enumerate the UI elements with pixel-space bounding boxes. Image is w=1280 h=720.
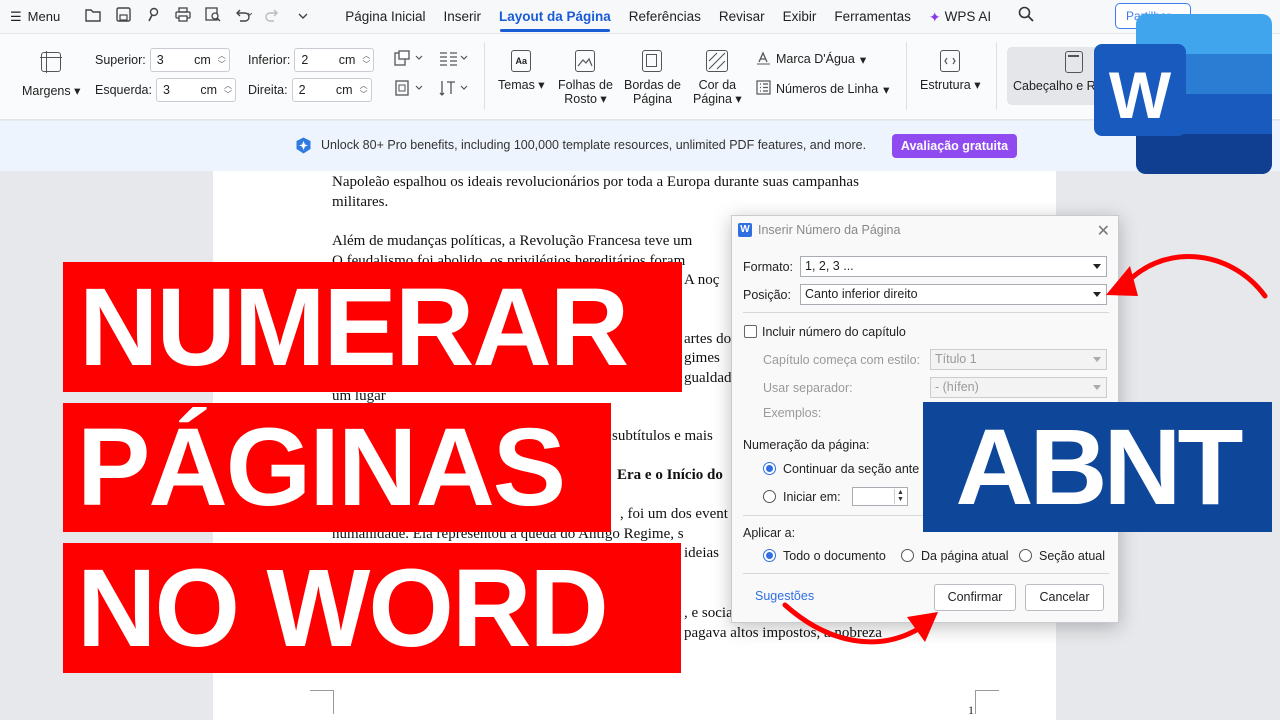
- title-banner-line-2: PÁGINAS: [63, 403, 611, 532]
- title-banner-line-1: NUMERAR: [63, 262, 682, 392]
- microsoft-word-logo: W: [1094, 14, 1272, 174]
- abnt-badge: ABNT: [923, 402, 1272, 532]
- word-logo-letter: W: [1109, 58, 1172, 132]
- title-banner-line-3: NO WORD: [63, 543, 681, 673]
